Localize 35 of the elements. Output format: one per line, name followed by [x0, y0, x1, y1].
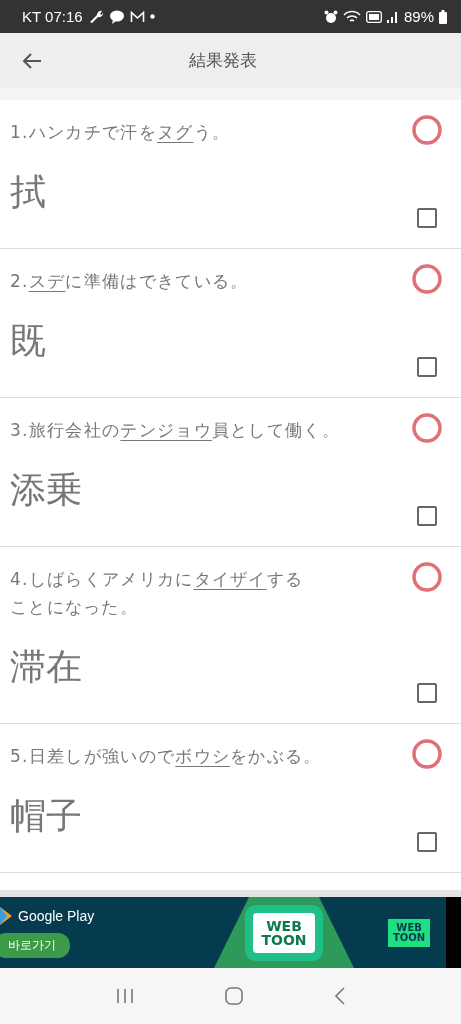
question-text: 4.しばらくアメリカに タイザイ することになった。	[10, 568, 305, 620]
question-text: 2.スデに準備はできている。	[10, 270, 250, 293]
answer-text: 滞在	[10, 645, 83, 690]
checkbox[interactable]	[417, 208, 437, 228]
store-name: Google Play	[18, 908, 95, 924]
back-arrow-icon	[22, 51, 42, 70]
go-button[interactable]: 바로가기	[0, 933, 70, 958]
chat-bubble-icon	[108, 9, 125, 24]
signal-icon	[386, 10, 399, 23]
checkbox[interactable]	[417, 832, 437, 852]
hd-icon	[365, 10, 382, 23]
battery-icon	[439, 9, 447, 24]
answer-text: 添乗	[10, 468, 83, 513]
ad-banner[interactable]: Google Play 바로가기 WEB TOON WEB TOON	[0, 897, 461, 968]
question-text: 5.日差しが強いのでボウシ をかぶる。	[10, 745, 323, 768]
page-title: 結果発表	[187, 49, 258, 72]
wifi-icon	[342, 9, 361, 24]
brand-logo: WEB TOON	[388, 918, 431, 947]
answer-text: 既	[10, 319, 47, 364]
carrier-time: KT 07:16	[22, 8, 83, 25]
checkbox[interactable]	[417, 357, 437, 377]
dot-icon	[149, 14, 155, 19]
banner-edge	[446, 897, 461, 968]
mail-icon	[129, 10, 145, 23]
question-text: 3.旅行会社のテンジョウ 員として働く。	[10, 419, 341, 442]
answer-text: 帽子	[10, 794, 83, 839]
answer-text: 拭	[10, 170, 47, 215]
play-store-icon	[0, 907, 12, 925]
checkbox[interactable]	[417, 506, 437, 526]
checkbox[interactable]	[417, 683, 437, 703]
question-text: 1.ハンカチで汗を ヌグ う。	[10, 121, 232, 144]
recent-apps-icon[interactable]	[115, 988, 134, 1004]
home-icon[interactable]	[224, 987, 243, 1005]
back-icon[interactable]	[333, 987, 346, 1005]
battery-percent: 89%	[403, 8, 434, 25]
